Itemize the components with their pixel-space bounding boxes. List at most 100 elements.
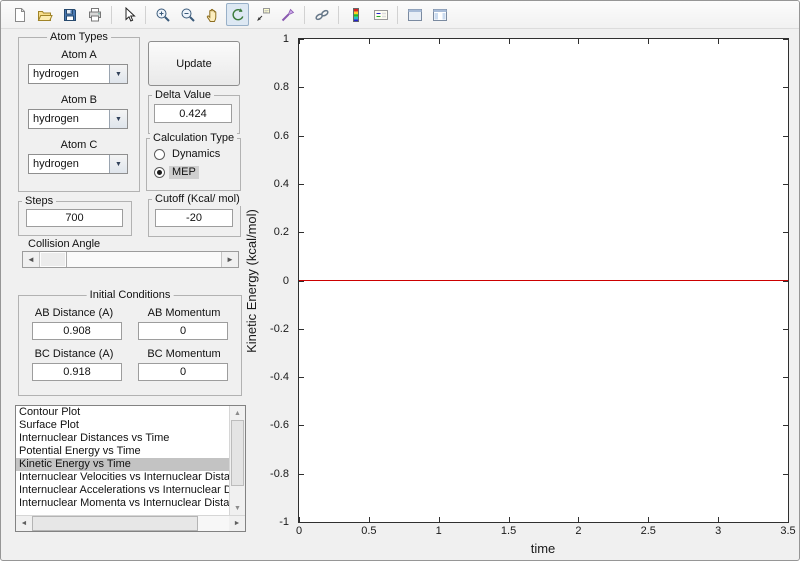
chevron-glyph: ▼ [115,161,122,168]
slider-track[interactable] [67,252,221,267]
collision-angle-label: Collision Angle [28,238,100,251]
data-cursor-icon [255,7,271,23]
edit-plot-button[interactable] [117,3,140,26]
radio-button-icon [154,167,165,178]
zoom-out-button[interactable] [176,3,199,26]
chevron-down-icon[interactable]: ▼ [109,155,127,173]
brush-button[interactable] [276,3,299,26]
radio-option[interactable]: MEP [154,165,199,179]
plot-area[interactable] [298,38,789,523]
bc-distance-input[interactable] [32,363,122,381]
slider-right-arrow-icon[interactable]: ► [221,252,238,267]
cutoff-input[interactable] [155,209,233,227]
legend-icon [373,7,389,23]
steps-input[interactable] [26,209,123,227]
ab-momentum-input[interactable] [138,322,228,340]
x-tick-labels: 00.511.522.533.5 [299,525,788,539]
chevron-down-icon[interactable]: ▼ [109,65,127,83]
plot-type-listbox: Contour Plot Surface Plot Internuclear D… [15,405,246,532]
horizontal-scrollbar[interactable]: ◄ ► [16,515,245,531]
x-tick-label: 1.5 [501,525,516,537]
horizontal-scroll-track[interactable] [198,516,229,531]
atom-c-select[interactable]: hydrogen ▼ [28,154,128,174]
insert-colorbar-button[interactable] [344,3,367,26]
toolbar-separator [111,6,112,24]
steps-panel-title: Steps [22,195,56,208]
save-figure-button[interactable] [58,3,81,26]
slider-left-arrow-icon[interactable]: ◄ [23,252,40,267]
vertical-scroll-track[interactable] [230,486,245,501]
scroll-left-arrow-icon[interactable]: ◄ [16,516,32,531]
calculation-type-panel: Calculation Type Dynamics MEP [146,138,241,191]
chevron-glyph: ▼ [115,71,122,78]
y-tick-labels: -1-0.8-0.6-0.4-0.200.20.40.60.81 [259,39,293,522]
link-plot-button[interactable] [310,3,333,26]
data-cursor-button[interactable] [251,3,274,26]
x-axis-label: time [493,541,593,556]
atom-a-select[interactable]: hydrogen ▼ [28,64,128,84]
toolbar-separator [145,6,146,24]
rotate-3d-button[interactable] [226,3,249,26]
tick-mark [783,522,788,523]
list-item[interactable]: Internuclear Accelerations vs Internucle… [16,484,229,497]
insert-legend-button[interactable] [369,3,392,26]
zoom-in-button[interactable] [151,3,174,26]
x-tick-label: 3 [715,525,721,537]
update-button[interactable]: Update [148,41,240,86]
hand-icon [205,7,221,23]
y-tick-label: 0.4 [274,178,289,190]
slider-thumb[interactable] [40,252,67,267]
atom-a-selected-value: hydrogen [29,65,109,83]
steps-panel: Steps [18,201,132,236]
radio-option[interactable]: Dynamics [154,147,223,161]
scroll-up-arrow-icon[interactable]: ▲ [230,406,245,420]
plot-type-list: Contour Plot Surface Plot Internuclear D… [16,406,229,515]
atom-c-label: Atom C [19,139,139,152]
chevron-down-icon[interactable]: ▼ [109,110,127,128]
hide-plot-tools-icon [407,7,423,23]
scroll-right-arrow-icon[interactable]: ► [229,516,245,531]
pan-button[interactable] [201,3,224,26]
collision-angle-slider[interactable]: ◄ ► [22,251,239,268]
atom-types-panel-title: Atom Types [47,31,111,44]
chain-link-icon [314,7,330,23]
zoom-out-icon [180,7,196,23]
cutoff-panel-title: Cutoff (Kcal/ mol) [152,193,243,206]
x-tick-label: 2.5 [641,525,656,537]
scroll-down-arrow-icon[interactable]: ▼ [230,501,245,515]
bc-momentum-input[interactable] [138,363,228,381]
new-figure-button[interactable] [8,3,31,26]
brush-icon [280,7,296,23]
atom-b-select[interactable]: hydrogen ▼ [28,109,128,129]
ab-distance-input[interactable] [32,322,122,340]
x-tick-label: 0.5 [361,525,376,537]
open-file-button[interactable] [33,3,56,26]
ab-momentum-label: AB Momentum [129,307,239,320]
update-button-label: Update [176,58,211,70]
initial-conditions-panel: Initial Conditions AB Distance (A) AB Mo… [18,295,242,396]
print-figure-button[interactable] [83,3,106,26]
list-item[interactable]: Contour Plot [16,406,229,419]
chevron-glyph: ▼ [115,116,122,123]
hide-plot-tools-button[interactable] [403,3,426,26]
list-item[interactable]: Potential Energy vs Time [16,445,229,458]
list-item[interactable]: Internuclear Momenta vs Internuclear Dis… [16,497,229,510]
y-tick-label: 0.2 [274,226,289,238]
floppy-disk-icon [62,7,78,23]
x-tick-label: 1 [436,525,442,537]
calculation-type-panel-title: Calculation Type [150,132,237,145]
horizontal-scroll-thumb[interactable] [32,516,198,531]
show-plot-tools-button[interactable] [428,3,451,26]
list-item[interactable]: Kinetic Energy vs Time [16,458,229,471]
list-item[interactable]: Internuclear Velocities vs Internuclear … [16,471,229,484]
list-item[interactable]: Surface Plot [16,419,229,432]
delta-value-input[interactable] [154,104,232,123]
vertical-scrollbar[interactable]: ▲ ▼ [229,406,245,515]
new-figure-icon [12,7,28,23]
cursor-arrow-icon [121,7,137,23]
zoom-in-icon [155,7,171,23]
list-item[interactable]: Internuclear Distances vs Time [16,432,229,445]
vertical-scroll-thumb[interactable] [231,420,244,486]
x-tick-label: 2 [575,525,581,537]
initial-conditions-panel-title: Initial Conditions [87,289,174,302]
